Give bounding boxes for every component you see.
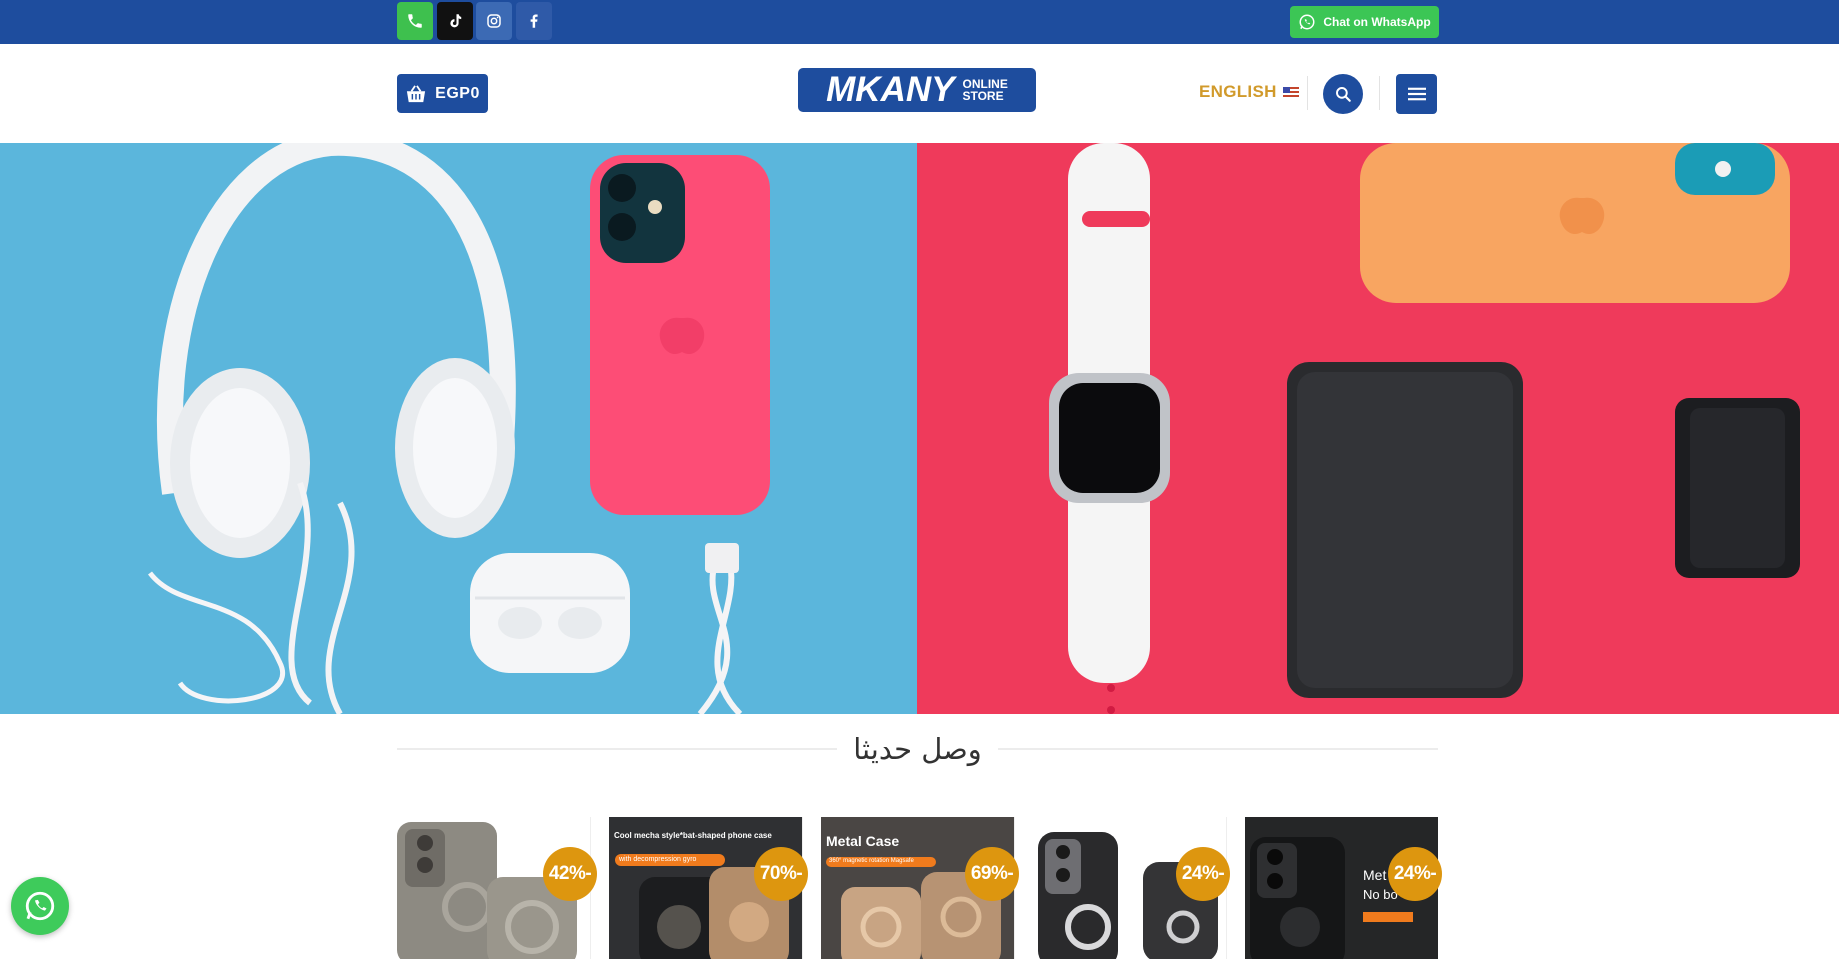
cart-button[interactable]: EGP0 (397, 74, 488, 113)
hero-slider[interactable] (0, 143, 1839, 714)
discount-badge: 42%- (543, 847, 597, 901)
top-bar: Chat on WhatsApp (0, 0, 1839, 44)
us-flag-icon (1282, 86, 1299, 98)
discount-badge: 24%- (1176, 847, 1230, 901)
slider-dots (1107, 684, 1117, 728)
hero-image (0, 143, 1839, 714)
discount-badge: 69%- (965, 847, 1019, 901)
product-image-subcaption: with decompression gyro (619, 856, 697, 863)
logo-subtitle: ONLINE STORE (962, 78, 1007, 102)
new-arrivals-header: وصل حديثا (397, 728, 1438, 770)
product-image-subcaption: 360° magnetic rotation Magsafe (829, 858, 914, 864)
discount-badge: 24%- (1388, 847, 1442, 901)
whatsapp-icon (25, 891, 55, 921)
slider-dot[interactable] (1107, 684, 1115, 692)
site-header: EGP0 MKANY ONLINE STORE ENGLISH (0, 44, 1839, 143)
product-image-caption: Cool mecha style*bat-shaped phone case (614, 831, 772, 840)
search-button[interactable] (1323, 74, 1363, 114)
tiktok-icon[interactable] (437, 2, 473, 40)
logo-line-2: STORE (962, 89, 1004, 103)
products-row: Cool mecha style*bat-shaped phone case w… (397, 817, 1442, 959)
header-divider (1307, 76, 1308, 110)
facebook-icon[interactable] (516, 2, 552, 40)
product-image-caption: Metal Case (826, 833, 900, 849)
section-title: وصل حديثا (853, 732, 982, 766)
hamburger-icon (1407, 87, 1426, 101)
basket-icon (407, 84, 426, 102)
product-image-caption: Met (1363, 867, 1387, 883)
chat-whatsapp-button[interactable]: Chat on WhatsApp (1290, 6, 1439, 38)
site-logo[interactable]: MKANY ONLINE STORE (798, 68, 1036, 112)
title-line (997, 748, 1438, 750)
cart-total: EGP0 (435, 84, 480, 102)
card-separator (1226, 817, 1227, 959)
search-icon (1336, 87, 1351, 102)
title-line (397, 748, 838, 750)
floating-whatsapp-button[interactable] (11, 877, 69, 935)
slider-dot[interactable] (1107, 706, 1115, 714)
language-label: ENGLISH (1199, 82, 1277, 101)
discount-badge: 70%- (754, 847, 808, 901)
phone-icon[interactable] (397, 2, 433, 40)
logo-text: MKANY (826, 70, 955, 109)
header-divider (1379, 76, 1380, 110)
language-switcher[interactable]: ENGLISH (1199, 82, 1299, 102)
instagram-icon[interactable] (476, 2, 512, 40)
whatsapp-icon (1299, 14, 1315, 30)
menu-button[interactable] (1396, 74, 1437, 114)
whatsapp-label: Chat on WhatsApp (1323, 15, 1431, 29)
